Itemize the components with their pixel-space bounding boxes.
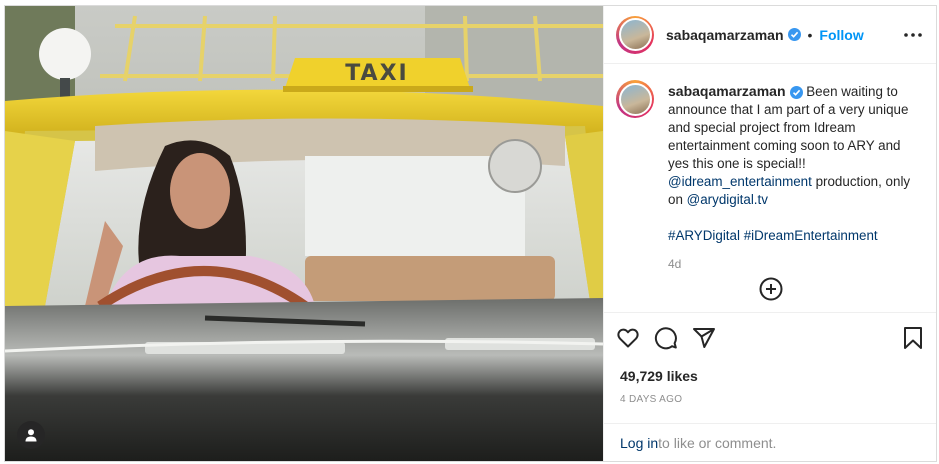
post-sidebar: sabaqamarzaman • Follow sabaqamarzaman B… <box>603 6 936 461</box>
comment-icon <box>654 326 677 349</box>
caption-time: 4d <box>668 257 682 271</box>
taxi-photo-image: TAXI <box>5 6 603 461</box>
likes-count[interactable]: 49,729 likes <box>604 362 936 384</box>
bookmark-icon <box>904 326 922 349</box>
post-date[interactable]: 4 DAYS AGO <box>604 384 936 405</box>
save-button[interactable] <box>902 326 924 350</box>
action-bar <box>604 312 936 362</box>
login-prompt: Log in to like or comment. <box>604 423 936 461</box>
caption-text: sabaqamarzaman Been waiting to announce … <box>668 82 913 273</box>
more-horizontal-icon <box>904 32 922 37</box>
story-ring[interactable] <box>616 15 654 54</box>
taxi-sign-text: TAXI <box>345 61 408 86</box>
paper-plane-icon <box>693 327 715 348</box>
heart-icon <box>617 328 639 347</box>
like-button[interactable] <box>616 326 640 350</box>
login-link[interactable]: Log in <box>620 435 658 451</box>
login-prompt-text: to like or comment. <box>658 434 777 451</box>
share-button[interactable] <box>692 326 716 350</box>
caption-avatar <box>618 82 652 116</box>
user-icon <box>25 429 37 442</box>
verified-badge-icon <box>789 86 803 99</box>
separator-dot: • <box>807 26 813 43</box>
post-container: TAXI sabaqamarzaman • Follow sabaqamarza… <box>4 5 937 462</box>
add-circle-icon <box>759 277 783 301</box>
caption-section: sabaqamarzaman Been waiting to announce … <box>604 64 936 312</box>
mention-link[interactable]: @arydigital.tv <box>687 192 768 207</box>
avatar <box>618 18 652 51</box>
header-username[interactable]: sabaqamarzaman <box>666 27 784 43</box>
mention-link[interactable]: @idream_entertainment <box>668 174 812 189</box>
post-photo[interactable]: TAXI <box>5 6 603 461</box>
follow-button[interactable]: Follow <box>819 27 863 43</box>
tagged-users-button[interactable] <box>17 421 45 449</box>
verified-badge-icon <box>787 28 801 41</box>
more-options-button[interactable] <box>904 32 922 37</box>
caption-username[interactable]: sabaqamarzaman <box>668 83 786 99</box>
post-header: sabaqamarzaman • Follow <box>604 6 936 64</box>
load-more-comments-button[interactable] <box>759 277 783 306</box>
comment-button[interactable] <box>654 326 678 350</box>
hashtag-link[interactable]: #iDreamEntertainment <box>744 228 878 243</box>
caption-story-ring[interactable] <box>616 80 654 118</box>
hashtag-link[interactable]: #ARYDigital <box>668 228 740 243</box>
